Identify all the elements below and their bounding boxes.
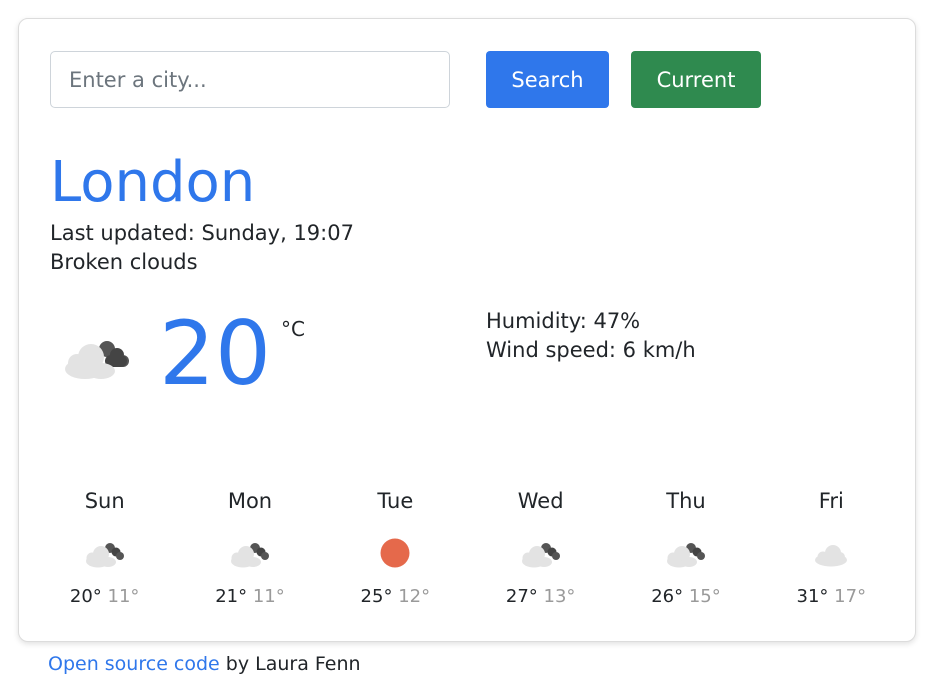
footer: Open source code by Laura Fenn — [48, 650, 361, 678]
forecast-day: Mon 21° 11° — [177, 487, 322, 609]
forecast-day: Fri 31° 17° — [759, 487, 904, 609]
current-temperature: 20 — [159, 302, 271, 405]
forecast-max: 31° — [796, 586, 829, 607]
forecast-day: Wed 27° 13° — [468, 487, 613, 609]
forecast-day-name: Thu — [666, 489, 706, 513]
forecast-temps: 20° 11° — [32, 585, 177, 609]
last-updated-label: Last updated: — [50, 221, 195, 245]
current-location-button[interactable]: Current — [631, 51, 761, 108]
forecast-max: 25° — [360, 586, 393, 607]
forecast-day-name: Wed — [517, 489, 564, 513]
forecast-day-name: Sun — [84, 489, 125, 513]
forecast-day-name: Mon — [227, 489, 273, 513]
forecast-max: 27° — [505, 586, 538, 607]
forecast-day-name: Fri — [818, 489, 844, 513]
forecast-day-name: Tue — [377, 489, 414, 513]
footer-credit: by Laura Fenn — [225, 653, 361, 675]
forecast-temps: 31° 17° — [759, 585, 904, 609]
forecast-day: Sun 20° 11° — [32, 487, 177, 609]
forecast-row: Sun 20° 11° Mon 21° 11° Tue 25° 12° Wed — [32, 487, 904, 609]
forecast-temps: 26° 15° — [613, 585, 758, 609]
forecast-min: 11° — [107, 586, 140, 607]
broken-clouds-icon — [177, 533, 322, 573]
temperature-unit[interactable]: °C — [281, 317, 305, 341]
forecast-temps: 27° 13° — [468, 585, 613, 609]
last-updated: Last updated: Sunday, 19:07 — [50, 219, 354, 248]
forecast-max: 20° — [69, 586, 102, 607]
forecast-day: Thu 26° 15° — [613, 487, 758, 609]
forecast-max: 26° — [651, 586, 684, 607]
forecast-min: 12° — [398, 586, 431, 607]
broken-clouds-icon — [61, 329, 137, 381]
forecast-temps: 25° 12° — [323, 585, 468, 609]
forecast-min: 11° — [252, 586, 285, 607]
wind-value: 6 km/h — [622, 338, 696, 362]
city-name: London — [50, 150, 256, 215]
last-updated-value: Sunday, 19:07 — [201, 221, 354, 245]
forecast-max: 21° — [215, 586, 248, 607]
forecast-min: 13° — [543, 586, 576, 607]
source-code-link[interactable]: Open source code — [48, 653, 220, 675]
forecast-min: 15° — [688, 586, 721, 607]
weather-card: Search Current London Last updated: Sund… — [18, 18, 916, 642]
humidity-label: Humidity: — [486, 309, 587, 333]
forecast-temps: 21° 11° — [177, 585, 322, 609]
city-search-input[interactable] — [50, 51, 450, 108]
clear-sun-icon — [323, 533, 468, 573]
broken-clouds-icon — [613, 533, 758, 573]
broken-clouds-icon — [468, 533, 613, 573]
wind-speed: Wind speed: 6 km/h — [486, 336, 696, 365]
wind-label: Wind speed: — [486, 338, 616, 362]
search-button[interactable]: Search — [486, 51, 609, 108]
forecast-min: 17° — [834, 586, 867, 607]
cloud-icon — [759, 533, 904, 573]
broken-clouds-icon — [32, 533, 177, 573]
forecast-day: Tue 25° 12° — [323, 487, 468, 609]
humidity-value: 47% — [593, 309, 641, 333]
weather-description: Broken clouds — [50, 250, 198, 274]
humidity: Humidity: 47% — [486, 307, 640, 336]
